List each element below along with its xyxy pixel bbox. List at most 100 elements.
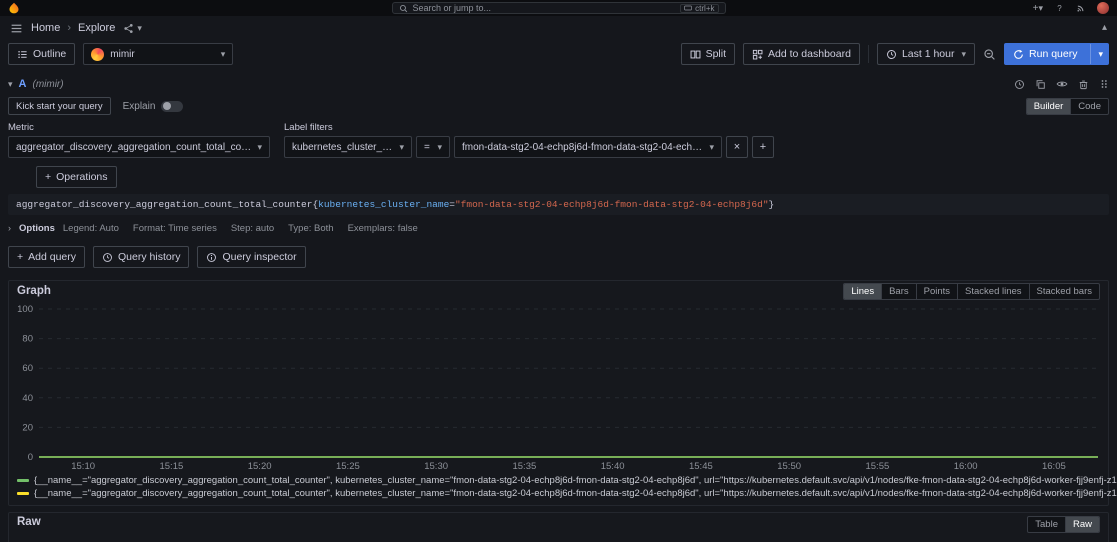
svg-text:15:50: 15:50	[777, 461, 801, 472]
outline-label: Outline	[33, 48, 66, 60]
explain-toggle[interactable]	[161, 101, 183, 112]
plus-icon: +	[17, 251, 23, 263]
series-color-swatch[interactable]	[17, 492, 29, 495]
label-operator-select[interactable]: = ▾	[416, 136, 450, 158]
zoom-out-icon[interactable]	[983, 48, 996, 61]
series-color-swatch[interactable]	[17, 479, 29, 482]
label-name-select[interactable]: kubernetes_cluster_name ▾	[284, 136, 412, 158]
search-bar[interactable]: Search or jump to... ctrl+k	[392, 2, 726, 14]
breadcrumb-home[interactable]: Home	[31, 22, 60, 34]
clock-icon	[886, 49, 897, 60]
option-step: Step: auto	[231, 223, 274, 234]
breadcrumb-separator-icon: ›	[67, 22, 71, 34]
label-value-value: fmon-data-stg2-04-echp8j6d-fmon-data-stg…	[462, 142, 703, 153]
query-ref-id[interactable]: A	[19, 78, 27, 90]
style-lines-button[interactable]: Lines	[844, 284, 881, 299]
kickstart-query-button[interactable]: Kick start your query	[8, 97, 111, 115]
toolbar-divider	[868, 45, 869, 63]
query-history-icon[interactable]	[1014, 79, 1025, 90]
breadcrumb: Home › Explore	[31, 22, 115, 34]
shortcut-text: ctrl+k	[695, 4, 714, 13]
svg-text:100: 100	[17, 304, 33, 315]
breadcrumb-bar: Home › Explore ▾ ▴	[0, 16, 1117, 40]
options-summary: Legend: Auto Format: Time series Step: a…	[63, 223, 418, 234]
breadcrumb-explore[interactable]: Explore	[78, 22, 115, 34]
duplicate-query-icon[interactable]	[1035, 79, 1046, 90]
chevron-right-icon: ›	[8, 224, 11, 233]
query-preview: aggregator_discovery_aggregation_count_t…	[8, 194, 1109, 215]
label-filters-label: Label filters	[284, 122, 774, 133]
chart-legend: {__name__="aggregator_discovery_aggregat…	[9, 473, 1108, 505]
run-query-button[interactable]: Run query ▾	[1004, 43, 1109, 65]
explore-actions-row: + Add query Query history Query inspecto…	[0, 240, 1117, 276]
operations-label: Operations	[56, 171, 107, 183]
metric-select[interactable]: aggregator_discovery_aggregation_count_t…	[8, 136, 270, 158]
remove-filter-button[interactable]: ×	[726, 136, 748, 158]
grafana-logo[interactable]	[8, 2, 20, 14]
series-label[interactable]: {__name__="aggregator_discovery_aggregat…	[34, 474, 1117, 487]
legend-item[interactable]: {__name__="aggregator_discovery_aggregat…	[17, 474, 1100, 487]
style-stacked-bars-button[interactable]: Stacked bars	[1029, 284, 1099, 299]
datasource-picker[interactable]: mimir ▾	[83, 43, 233, 65]
query-tools-row: Kick start your query Explain Builder Co…	[8, 96, 1109, 116]
view-raw-button[interactable]: Raw	[1065, 517, 1099, 532]
builder-mode-button[interactable]: Builder	[1027, 99, 1071, 114]
info-circle-icon	[206, 252, 217, 263]
svg-text:15:55: 15:55	[865, 461, 889, 472]
style-stacked-lines-button[interactable]: Stacked lines	[957, 284, 1029, 299]
query-editor: ▾ A (mimir) Kick start your query Explai…	[0, 68, 1117, 240]
graph-panel-title: Graph	[17, 285, 51, 297]
user-avatar[interactable]	[1097, 2, 1109, 14]
series-label[interactable]: {__name__="aggregator_discovery_aggregat…	[34, 487, 1117, 500]
label-value-select[interactable]: fmon-data-stg2-04-echp8j6d-fmon-data-stg…	[454, 136, 722, 158]
time-range-label: Last 1 hour	[902, 48, 955, 60]
query-history-button[interactable]: Query history	[93, 246, 189, 268]
collapse-toolbar-icon[interactable]: ▴	[1102, 23, 1107, 33]
add-filter-button[interactable]: +	[752, 136, 774, 158]
remove-query-trash-icon[interactable]	[1078, 79, 1089, 90]
svg-text:15:45: 15:45	[689, 461, 713, 472]
style-points-button[interactable]: Points	[916, 284, 957, 299]
preview-close-brace: }	[769, 199, 775, 210]
style-bars-button[interactable]: Bars	[881, 284, 916, 299]
chevron-down-icon: ▾	[961, 50, 966, 59]
query-inspector-label: Query inspector	[222, 251, 296, 263]
svg-text:15:35: 15:35	[512, 461, 536, 472]
chevron-down-icon: ▾	[399, 143, 404, 152]
drag-handle[interactable]	[1099, 78, 1109, 90]
graph-panel-header: Graph Lines Bars Points Stacked lines St…	[9, 281, 1108, 301]
split-label: Split	[706, 48, 726, 60]
hide-response-eye-icon[interactable]	[1056, 78, 1068, 90]
legend-item[interactable]: {__name__="aggregator_discovery_aggregat…	[17, 487, 1100, 500]
query-inspector-button[interactable]: Query inspector	[197, 246, 305, 268]
query-options-row[interactable]: › Options Legend: Auto Format: Time seri…	[8, 219, 1109, 240]
options-title: Options	[19, 223, 55, 234]
preview-metric: aggregator_discovery_aggregation_count_t…	[16, 199, 312, 210]
add-to-dashboard-button[interactable]: Add to dashboard	[743, 43, 860, 65]
code-mode-button[interactable]: Code	[1070, 99, 1108, 114]
share-shortlink-button[interactable]: ▾	[123, 23, 142, 34]
new-menu-button[interactable]: +▾	[1033, 3, 1043, 14]
add-operation-button[interactable]: + Operations	[36, 166, 117, 188]
search-icon	[399, 4, 408, 13]
split-button[interactable]: Split	[681, 43, 735, 65]
chevron-down-icon: ▾	[1098, 50, 1103, 59]
chevron-down-icon: ▾	[137, 24, 142, 33]
raw-panel: Raw Table Raw	[8, 512, 1109, 542]
outline-icon	[17, 49, 28, 60]
add-query-button[interactable]: + Add query	[8, 246, 85, 268]
metric-value: aggregator_discovery_aggregation_count_t…	[16, 142, 251, 153]
history-clock-icon	[102, 252, 113, 263]
svg-text:15:25: 15:25	[336, 461, 360, 472]
svg-text:60: 60	[22, 363, 33, 374]
time-range-picker[interactable]: Last 1 hour ▾	[877, 43, 975, 65]
outline-button[interactable]: Outline	[8, 43, 75, 65]
news-icon[interactable]	[1076, 3, 1086, 13]
menu-icon[interactable]	[10, 22, 23, 35]
run-query-interval-dropdown[interactable]: ▾	[1090, 44, 1108, 64]
time-series-chart[interactable]: 02040608010015:1015:1515:2015:2515:3015:…	[9, 301, 1108, 473]
collapse-query-icon[interactable]: ▾	[8, 80, 13, 89]
view-table-button[interactable]: Table	[1028, 517, 1065, 532]
help-icon[interactable]: ?	[1054, 3, 1065, 14]
chart-canvas[interactable]: 02040608010015:1015:1515:2015:2515:3015:…	[11, 301, 1106, 473]
